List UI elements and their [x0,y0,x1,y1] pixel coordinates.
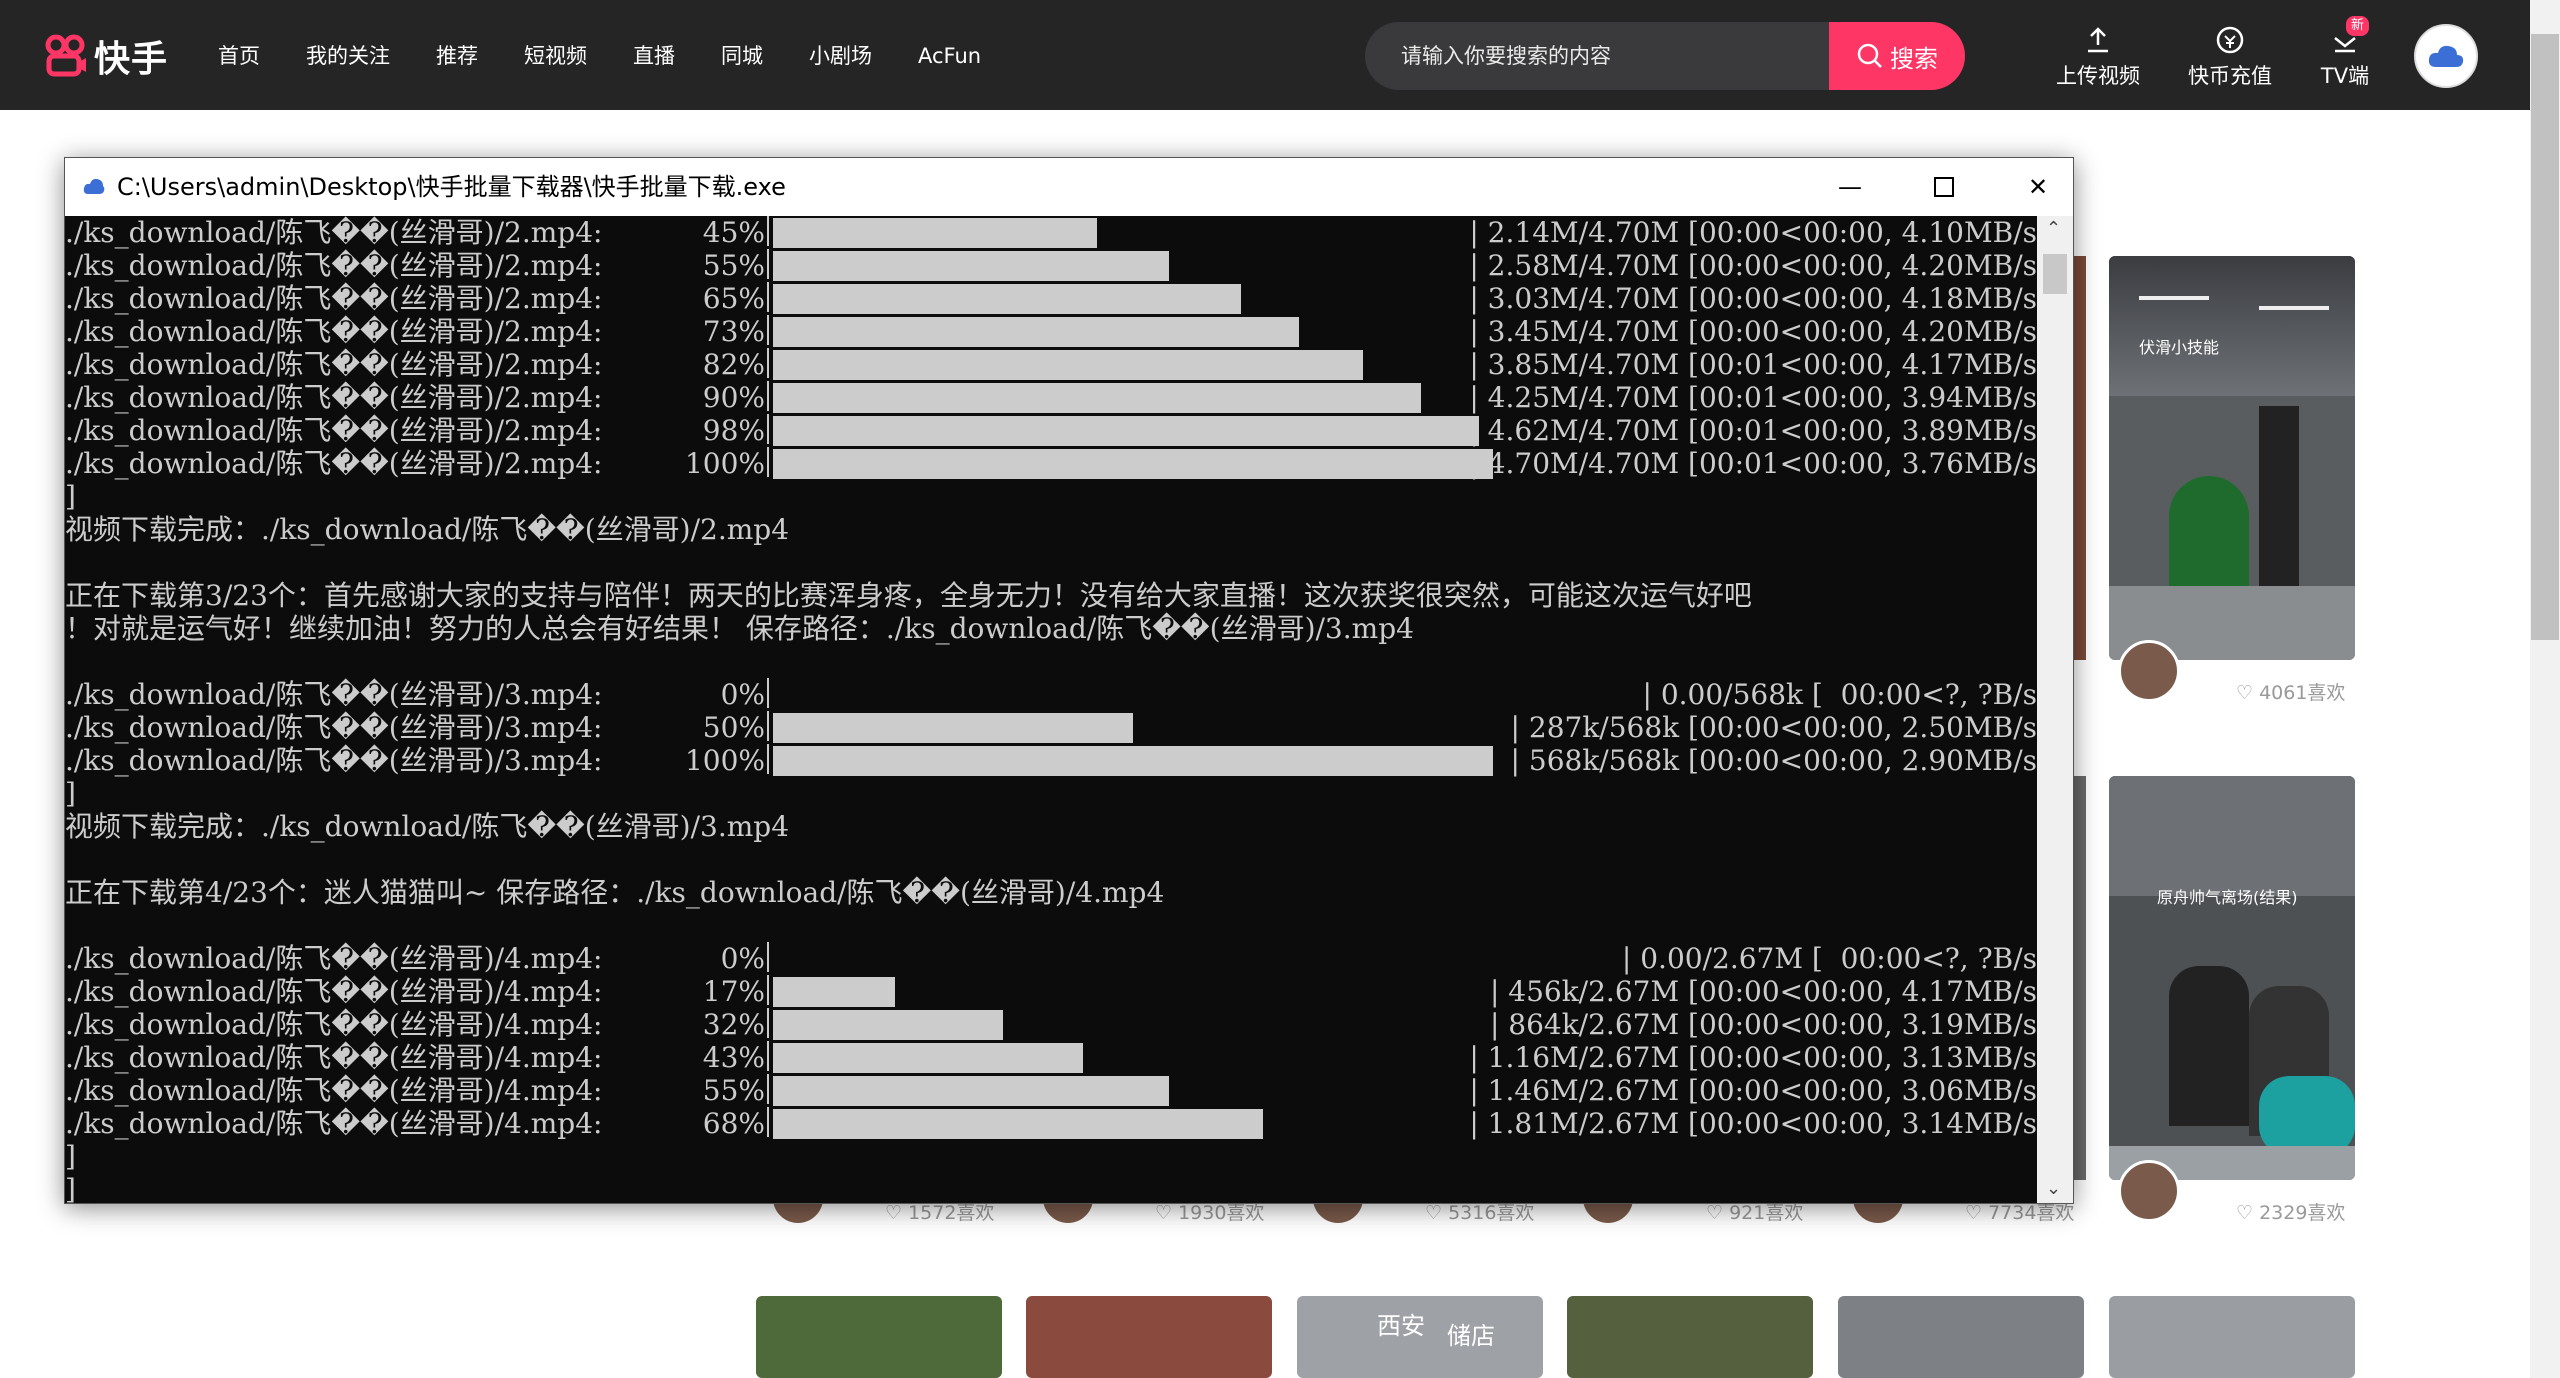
thumb-caption: 原舟帅气离场(结果) [2157,888,2298,907]
console-bracket: ] [65,1173,76,1203]
thumb-caption: 储店 [1447,1322,1495,1350]
tv-button[interactable]: TV端 [2295,20,2395,90]
console-title: C:\Users\admin\Desktop\快手批量下载器\快手批量下载.ex… [117,173,786,201]
search-button-label: 搜索 [1890,44,1938,73]
search-button[interactable]: 搜索 [1829,22,1965,90]
heart-icon: ♡ [885,1202,909,1224]
nav-item-local[interactable]: 同城 [721,36,763,76]
upload-video-button[interactable]: 上传视频 [2048,20,2148,90]
progress-stats: | 3.45M/4.70M [00:00<00:00, 4.20MB/s [1469,315,2037,348]
progress-stats: | 1.16M/2.67M [00:00<00:00, 3.13MB/s [1469,1041,2037,1074]
search-bar: 请输入你要搜索的内容 搜索 [1365,22,1965,90]
progress-stats: | 456k/2.67M [00:00<00:00, 4.17MB/s [1489,975,2037,1008]
likes-count: ♡ 2329喜欢 [2236,1202,2346,1224]
top-nav-bar: 快手 首页 我的关注 推荐 短视频 直播 同城 小剧场 AcFun 请输入你要搜… [0,0,2530,110]
progress-stats: | 0.00/2.67M [ 00:00<?, ?B/s [1621,942,2037,975]
coin-icon [2216,26,2244,54]
heart-icon: ♡ [2236,1202,2260,1224]
scroll-up-icon[interactable]: ⌃ [2046,218,2061,239]
nav-item-following[interactable]: 我的关注 [306,36,390,76]
video-card[interactable] [1567,1296,1813,1378]
upload-label: 上传视频 [2056,64,2140,88]
nav-item-home[interactable]: 首页 [218,36,260,76]
console-line: 视频下载完成：./ks_download/陈飞��(丝滑哥)/3.mp4 [65,810,790,843]
progress-stats: | 4.25M/4.70M [00:01<00:00, 3.94MB/s [1469,381,2037,414]
heart-icon: ♡ [1155,1202,1179,1224]
scroll-down-icon[interactable]: ⌄ [2046,1178,2061,1199]
new-badge: 新 [2346,16,2370,36]
heart-icon: ♡ [1706,1202,1730,1224]
main-nav: 首页 我的关注 推荐 短视频 直播 同城 小剧场 AcFun [218,36,1027,76]
logo-text: 快手 [94,39,169,80]
console-window[interactable]: C:\Users\admin\Desktop\快手批量下载器\快手批量下载.ex… [64,157,2074,1204]
nav-item-acfun[interactable]: AcFun [918,36,981,76]
progress-stats: | 287k/568k [00:00<00:00, 2.50MB/s [1510,711,2037,744]
video-card[interactable]: 伏滑小技能 [2109,256,2355,660]
progress-stats: | 568k/568k [00:00<00:00, 2.90MB/s [1510,744,2037,777]
progress-stats: | 4.70M/4.70M [00:01<00:00, 3.76MB/s [1469,447,2037,480]
likes-count: ♡ 4061喜欢 [2236,682,2346,704]
progress-stats: | 864k/2.67M [00:00<00:00, 3.19MB/s [1489,1008,2037,1041]
close-icon: ✕ [2027,173,2049,201]
kuaishou-logo[interactable]: 快手 [44,30,168,82]
nav-item-short-video[interactable]: 短视频 [524,36,587,76]
console-line: ！对就是运气好！继续加油！努力的人总会有好结果！ 保存路径：./ks_downl… [65,612,1414,645]
minimize-icon: — [1838,173,1862,201]
progress-stats: | 2.58M/4.70M [00:00<00:00, 4.20MB/s [1469,249,2037,282]
nav-item-recommend[interactable]: 推荐 [436,36,478,76]
recharge-label: 快币充值 [2188,64,2272,88]
console-scrollbar[interactable]: ⌃ ⌄ [2037,216,2073,1203]
console-output[interactable]: ./ks_download/陈飞��(丝滑哥)/2.mp4: 45% | 2.14M… [65,216,2037,1203]
progress-stats: | 1.81M/2.67M [00:00<00:00, 3.14MB/s [1469,1107,2037,1140]
console-line: 视频下载完成：./ks_download/陈飞��(丝滑哥)/2.mp4 [65,513,790,546]
user-avatar[interactable] [2414,24,2478,88]
progress-stats: | 0.00/568k [ 00:00<?, ?B/s [1642,678,2037,711]
thumb-caption: 西安 [1377,1312,1425,1340]
upload-icon [2088,27,2108,53]
author-avatar[interactable] [2118,1160,2180,1222]
console-bracket: ] [65,1140,76,1173]
tv-label: TV端 [2320,64,2370,88]
app-icon [83,178,105,194]
heart-icon: ♡ [1425,1202,1449,1224]
console-bracket: ] [65,480,76,513]
progress-stats: | 4.62M/4.70M [00:01<00:00, 3.89MB/s [1469,414,2037,447]
progress-stats: | 2.14M/4.70M [00:00<00:00, 4.10MB/s [1469,216,2037,249]
nav-item-live[interactable]: 直播 [633,36,675,76]
progress-stats: | 3.03M/4.70M [00:00<00:00, 4.18MB/s [1469,282,2037,315]
video-card[interactable]: 原舟帅气离场(结果) [2109,776,2355,1180]
console-line: 正在下载第3/23个：首先感谢大家的支持与陪伴！两天的比赛浑身疼，全身无力！没有… [65,579,1752,612]
video-card[interactable] [756,1296,1002,1378]
nav-item-mini-drama[interactable]: 小剧场 [809,36,872,76]
video-card-edge [2072,776,2086,1180]
search-icon [1857,43,1882,68]
search-input[interactable]: 请输入你要搜索的内容 [1401,22,1611,90]
video-card[interactable] [1838,1296,2084,1378]
author-avatar[interactable] [2118,640,2180,702]
minimize-button[interactable]: — [1803,158,1897,216]
close-button[interactable]: ✕ [1991,158,2085,216]
heart-icon: ♡ [1965,1202,1989,1224]
console-titlebar[interactable]: C:\Users\admin\Desktop\快手批量下载器\快手批量下载.ex… [65,158,2073,216]
console-scrollbar-thumb[interactable] [2043,254,2067,294]
maximize-icon [1934,177,1954,197]
progress-stats: | 3.85M/4.70M [00:01<00:00, 4.17MB/s [1469,348,2037,381]
recharge-button[interactable]: 快币充值 [2180,20,2280,90]
maximize-button[interactable] [1897,158,1991,216]
heart-icon: ♡ [2236,682,2260,704]
kuaishou-logo-icon [45,34,86,77]
video-card[interactable] [1026,1296,1272,1378]
console-line: 正在下载第4/23个：迷人猫猫叫~ 保存路径：./ks_download/陈飞�… [65,876,1165,909]
video-card[interactable]: 西安 储店 [1297,1296,1543,1378]
progress-stats: | 1.46M/2.67M [00:00<00:00, 3.06MB/s [1469,1074,2037,1107]
thumb-caption: 伏滑小技能 [2139,338,2220,357]
page-scrollbar-thumb[interactable] [2531,34,2559,640]
video-card-edge [2072,256,2086,660]
console-bracket: ] [65,777,76,810]
video-card[interactable] [2109,1296,2355,1378]
cloud-avatar-icon [2428,45,2464,67]
